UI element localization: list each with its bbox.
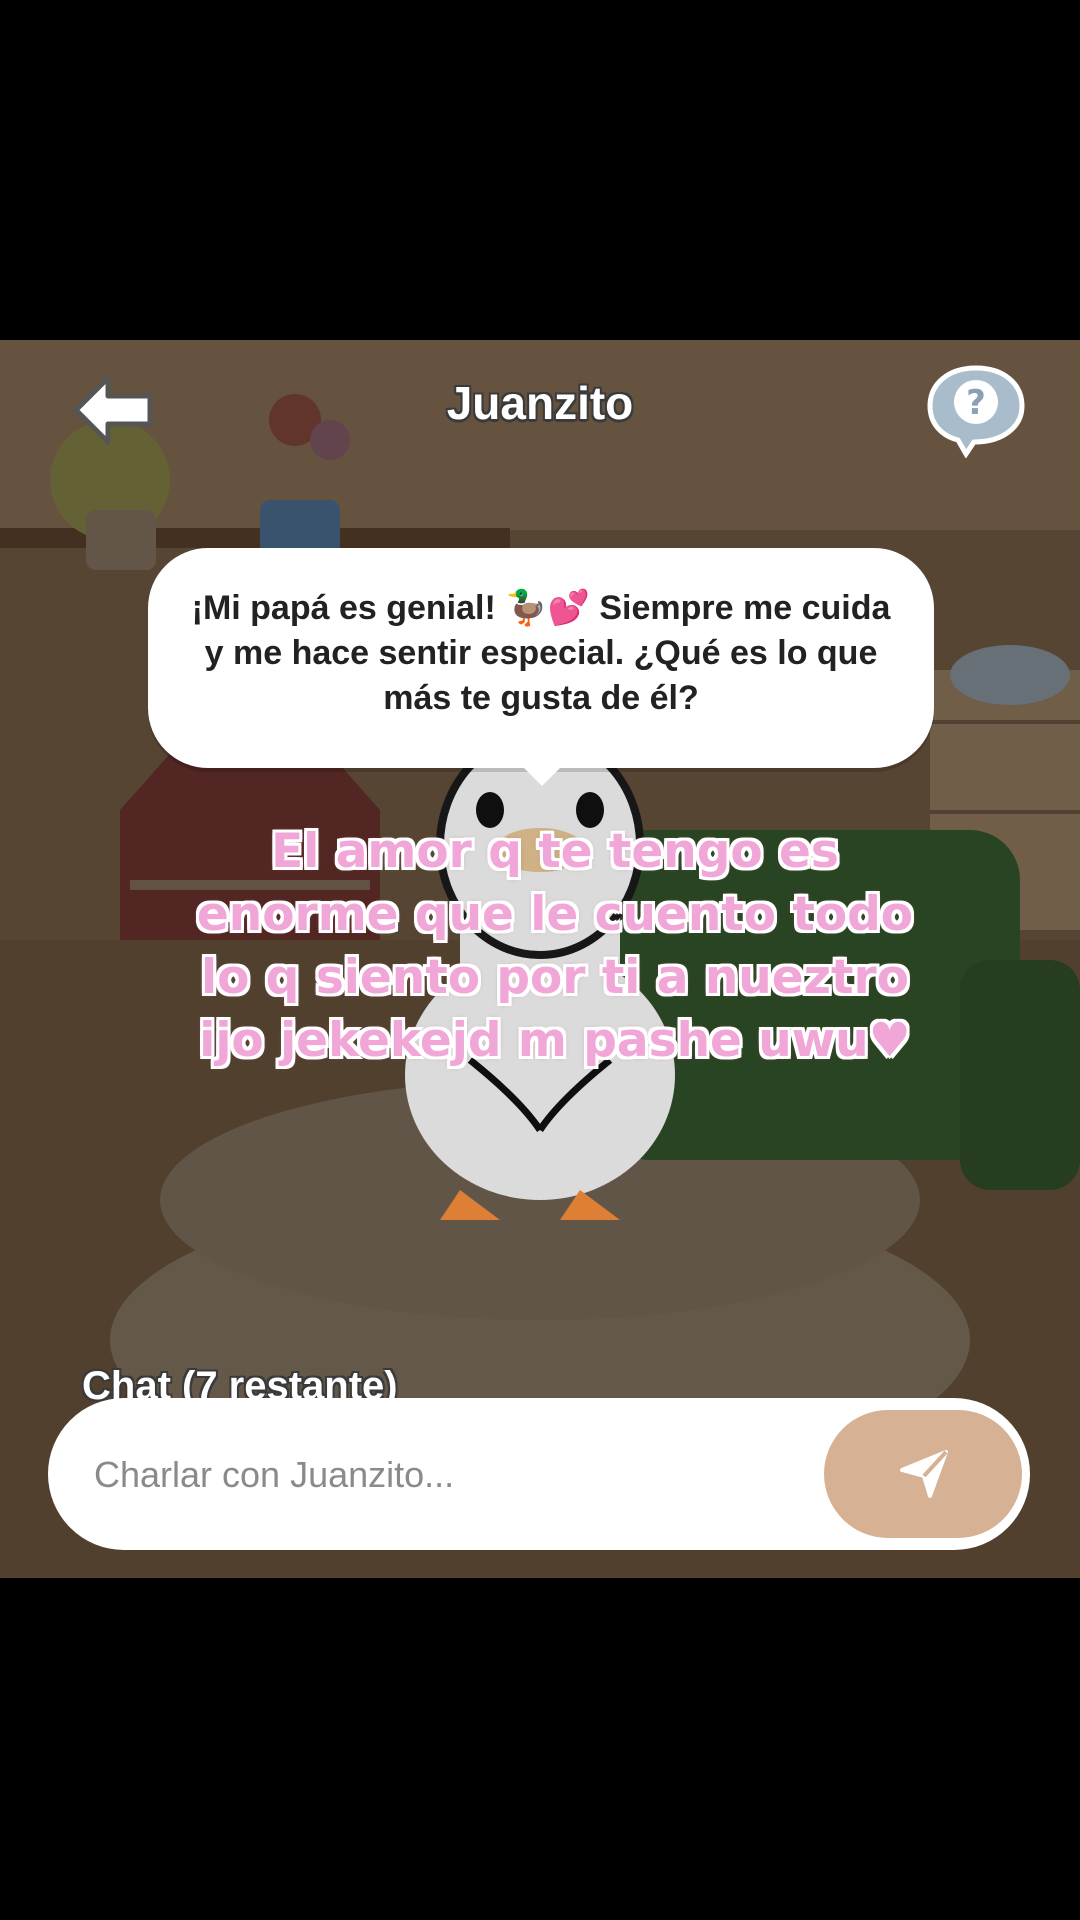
back-button[interactable] (68, 370, 158, 450)
overlay-caption: El amor q te tengo es enorme que le cuen… (196, 824, 914, 1068)
send-paper-plane-icon (900, 1450, 948, 1498)
game-scene: Juanzito ? ¡Mi papá es genial! 🦆💕 Siempr… (0, 340, 1080, 1578)
character-name-title: Juanzito (446, 377, 634, 429)
help-button[interactable]: ? (924, 362, 1028, 459)
chat-bar (48, 1398, 1030, 1552)
chat-input[interactable] (92, 1398, 796, 1552)
send-button[interactable] (824, 1410, 1022, 1538)
speech-bubble: ¡Mi papá es genial! 🦆💕 Siempre me cuida … (148, 548, 934, 768)
character-message: ¡Mi papá es genial! 🦆💕 Siempre me cuida … (191, 589, 891, 717)
help-question-icon: ? (927, 365, 1025, 459)
back-arrow-icon (73, 375, 153, 445)
svg-text:?: ? (966, 383, 986, 423)
phone-screen: Juanzito ? ¡Mi papá es genial! 🦆💕 Siempr… (0, 0, 1080, 1920)
speech-bubble-tail (520, 764, 564, 786)
